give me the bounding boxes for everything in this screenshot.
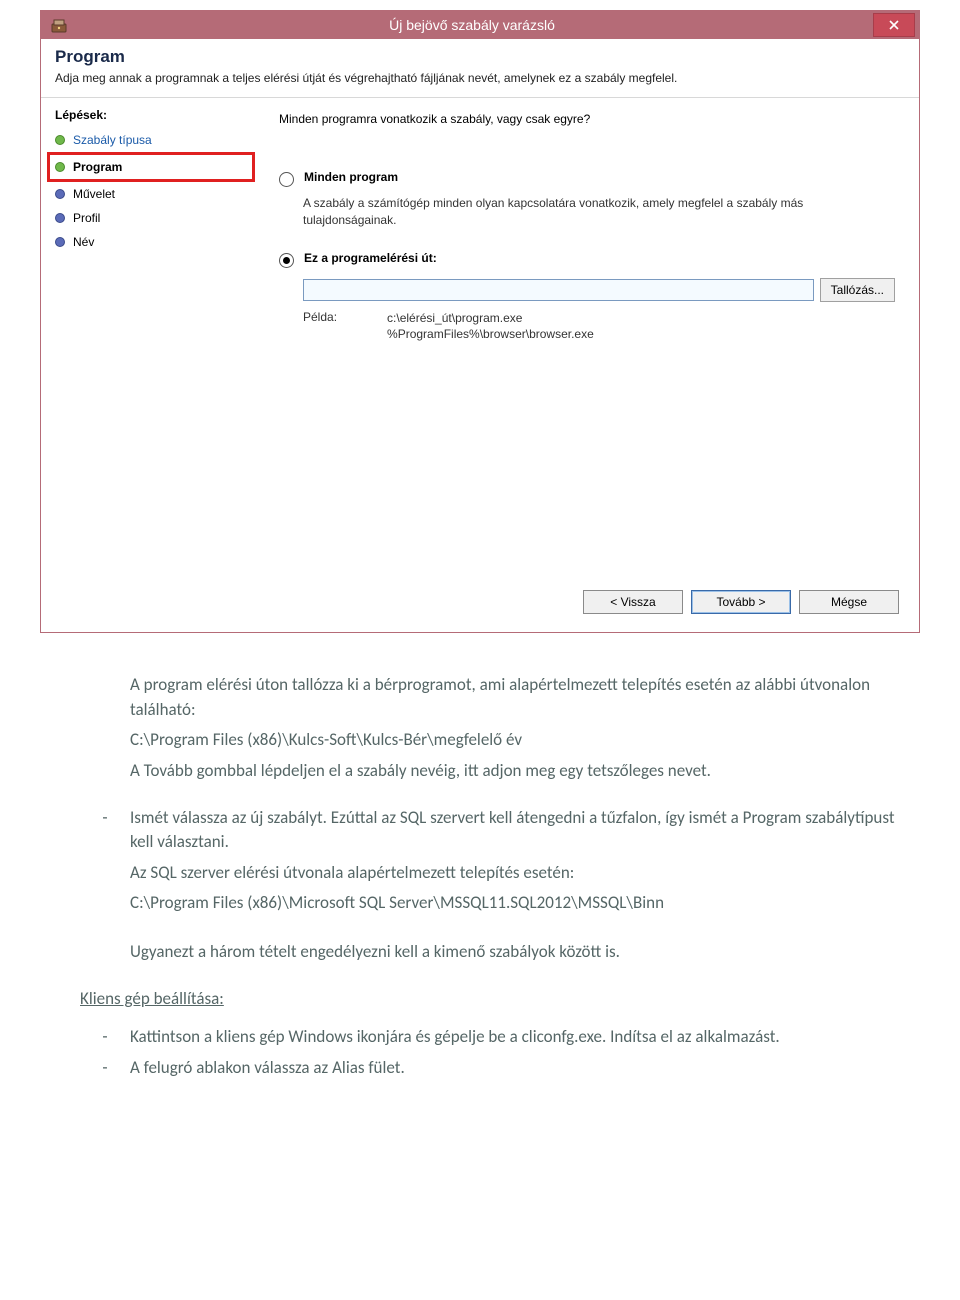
radio-all-programs[interactable]: Minden program [279,166,895,191]
radio-all-label: Minden program [304,170,398,184]
bullet-icon [55,135,65,145]
example-label: Példa: [303,310,337,344]
app-icon [47,15,71,35]
steps-sidebar: Lépések: Szabály típusa Program Művelet … [41,98,255,578]
step-label: Profil [73,211,100,225]
wizard-body: Program Adja meg annak a programnak a te… [41,39,919,632]
step-label: Művelet [73,187,115,201]
question-text: Minden programra vonatkozik a szabály, v… [279,112,895,126]
dash-icon: - [80,806,130,923]
wizard-buttons: < Vissza Tovább > Mégse [41,578,919,632]
example-row: Példa: c:\elérési_út\program.exe %Progra… [303,310,895,344]
doc-paragraph: A program elérési úton tallózza ki a bér… [80,673,900,784]
step-label: Program [73,160,122,174]
document-body: A program elérési úton tallózza ki a bér… [0,653,960,1127]
doc-bullet: - A felugró ablakon válassza az Alias fü… [80,1056,900,1087]
step-profile[interactable]: Profil [55,206,255,230]
dash-icon: - [80,1056,130,1087]
step-name[interactable]: Név [55,230,255,254]
step-program[interactable]: Program [47,152,255,182]
program-path-input[interactable] [303,279,814,301]
doc-paragraph: Ugyanezt a három tételt engedélyezni kel… [80,940,900,965]
doc-bullet: - Ismét válassza az új szabályt. Ezúttal… [80,806,900,923]
cancel-button[interactable]: Mégse [799,590,899,614]
radio-path-label: Ez a programelérési út: [304,251,437,265]
browse-button[interactable]: Tallózás... [820,278,895,302]
radio-icon[interactable] [279,253,294,268]
wizard-header: Program Adja meg annak a programnak a te… [41,39,919,98]
window-title: Új bejövő szabály varázsló [71,17,873,33]
page-description: Adja meg annak a programnak a teljes elé… [55,71,905,85]
example-paths: c:\elérési_út\program.exe %ProgramFiles%… [387,310,594,344]
bullet-icon [55,189,65,199]
step-link[interactable]: Szabály típusa [73,133,152,147]
next-button[interactable]: Tovább > [691,590,791,614]
bullet-icon [55,237,65,247]
step-label: Név [73,235,94,249]
close-icon [889,20,899,30]
step-action[interactable]: Művelet [55,182,255,206]
wizard-content: Minden programra vonatkozik a szabály, v… [255,98,919,578]
radio-program-path[interactable]: Ez a programelérési út: [279,247,895,272]
doc-section-title: Kliens gép beállítása: [80,987,900,1012]
titlebar: Új bejövő szabály varázsló [41,11,919,39]
wizard-dialog: Új bejövő szabály varázsló Program Adja … [40,10,920,633]
radio-all-desc: A szabály a számítógép minden olyan kapc… [303,195,895,229]
doc-bullet: - Kattintson a kliens gép Windows ikonjá… [80,1025,900,1056]
dash-icon: - [80,1025,130,1056]
bullet-icon [55,162,65,172]
back-button[interactable]: < Vissza [583,590,683,614]
close-button[interactable] [873,13,915,37]
bullet-icon [55,213,65,223]
page-heading: Program [55,47,905,67]
step-rule-type[interactable]: Szabály típusa [55,128,255,152]
radio-icon[interactable] [279,172,294,187]
steps-label: Lépések: [55,108,255,122]
